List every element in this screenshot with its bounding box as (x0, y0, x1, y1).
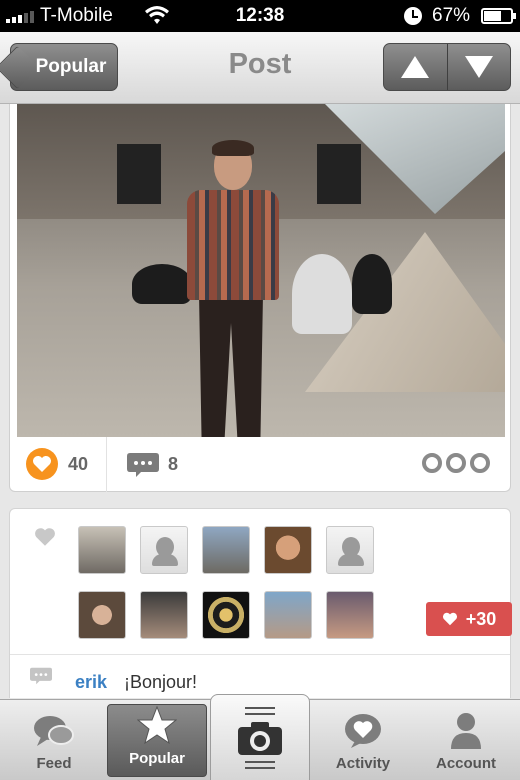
tab-label: Popular (129, 750, 185, 767)
previous-post-button[interactable] (384, 44, 447, 90)
liker-avatar[interactable] (326, 591, 374, 639)
liker-avatar[interactable] (78, 591, 126, 639)
comment-item: erik ¡Bonjour! (10, 654, 510, 698)
photo-doorway (117, 144, 161, 204)
arrow-up-icon (401, 56, 430, 78)
tab-feed[interactable]: Feed (4, 700, 104, 780)
battery-percentage: 67% (432, 5, 471, 26)
alarm-clock-icon (404, 7, 422, 25)
liker-avatar[interactable] (202, 591, 250, 639)
photo-subject (187, 140, 279, 437)
comment-bubble-icon (30, 667, 52, 685)
liker-avatar-placeholder[interactable] (140, 526, 188, 574)
more-options-button[interactable] (422, 453, 490, 473)
star-icon (137, 706, 177, 744)
tab-account[interactable]: Account (416, 700, 516, 780)
back-button-label: Popular (35, 56, 107, 77)
camera-icon (238, 721, 282, 755)
camera-tab-line (245, 760, 275, 763)
more-dot (422, 453, 442, 473)
more-likers-button[interactable]: +30 (426, 602, 512, 636)
post-photo[interactable] (17, 104, 505, 437)
divider (106, 437, 107, 492)
photo-doorway (317, 144, 361, 204)
tab-label: Feed (36, 755, 72, 772)
next-post-button[interactable] (446, 44, 511, 90)
more-dot (446, 453, 466, 473)
tab-popular[interactable]: Popular (107, 704, 207, 777)
liker-avatar[interactable] (264, 526, 312, 574)
more-dot (470, 453, 490, 473)
photo-person (292, 254, 352, 334)
comment-icon[interactable] (127, 453, 159, 477)
person-icon (451, 713, 481, 749)
back-button[interactable]: Popular (10, 43, 118, 91)
arrow-down-icon (464, 56, 493, 78)
comment-text: ¡Bonjour! (124, 672, 198, 692)
liker-avatar[interactable] (78, 526, 126, 574)
liker-avatar-placeholder[interactable] (326, 526, 374, 574)
battery-icon (481, 8, 516, 24)
like-button[interactable] (26, 448, 58, 480)
heart-bubble-icon (345, 714, 381, 748)
status-bar: T-Mobile 12:38 67% (0, 0, 520, 32)
liker-avatar[interactable] (202, 526, 250, 574)
tab-bar: Feed Popular Activity Account (0, 694, 520, 780)
comment-username[interactable]: erik (75, 672, 107, 693)
camera-button[interactable] (210, 694, 310, 780)
post-actions: 40 8 (10, 437, 510, 492)
camera-tab-line (245, 712, 275, 715)
photo-person (132, 264, 192, 304)
tab-label: Activity (335, 755, 391, 772)
heart-outline-icon (35, 528, 55, 546)
post-pager (383, 43, 511, 91)
photo-person (352, 254, 392, 314)
post-card: 40 8 (9, 104, 511, 492)
likes-count[interactable]: 40 (68, 454, 88, 475)
comments-count[interactable]: 8 (168, 454, 178, 475)
heart-icon (442, 612, 457, 626)
tab-activity[interactable]: Activity (313, 700, 413, 780)
navigation-bar: Popular Post (0, 32, 520, 104)
heart-icon (33, 456, 51, 472)
more-likers-count: +30 (465, 608, 497, 629)
speech-bubbles-icon (34, 716, 74, 746)
liker-avatar[interactable] (264, 591, 312, 639)
camera-tab-line (245, 706, 275, 709)
camera-tab-line (245, 766, 275, 769)
liker-avatar[interactable] (140, 591, 188, 639)
tab-label: Account (436, 755, 496, 772)
